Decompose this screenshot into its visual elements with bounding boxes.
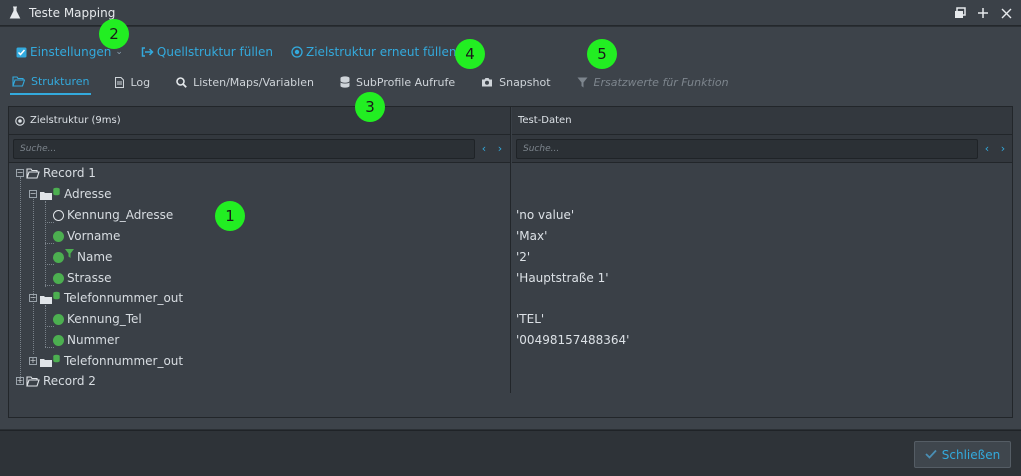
camera-icon xyxy=(481,77,493,87)
tab-snapshot[interactable]: Snapshot xyxy=(479,72,552,92)
green-dot-icon xyxy=(53,230,64,242)
settings-label: Einstellungen xyxy=(30,45,112,59)
collapse-icon[interactable]: − xyxy=(16,169,24,177)
tab-ersatzwerte[interactable]: Ersatzwerte für Funktion xyxy=(575,72,731,92)
green-dot-icon xyxy=(53,334,64,346)
green-dot-icon xyxy=(53,251,64,263)
tree-node-kennung-tel[interactable]: Kennung_Tel xyxy=(53,309,142,329)
green-dot-icon xyxy=(53,313,64,325)
folder-open-icon xyxy=(26,167,40,179)
test-data-search-input[interactable] xyxy=(516,138,978,159)
fill-source-button[interactable]: Quellstruktur füllen xyxy=(141,45,273,59)
target-icon xyxy=(291,46,303,58)
flask-icon xyxy=(8,6,22,20)
empty-circle-icon xyxy=(53,209,64,221)
value-strasse: 'Hauptstraße 1' xyxy=(516,271,609,285)
tree-node-record-2[interactable]: + Record 2 xyxy=(16,371,96,391)
window-title: Teste Mapping xyxy=(29,5,116,20)
collapse-icon[interactable]: − xyxy=(29,294,37,302)
value-vorname: 'Max' xyxy=(516,229,548,243)
database-icon xyxy=(340,76,350,88)
chevron-left-icon[interactable]: ‹ xyxy=(477,140,491,158)
toolbar: Einstellungen ⌄ Quellstruktur füllen Zie… xyxy=(16,43,474,61)
tree-node-strasse[interactable]: Strasse xyxy=(53,268,112,288)
title-bar: Teste Mapping xyxy=(0,0,1021,26)
green-dot-icon xyxy=(53,272,64,284)
structure-tree: − Record 1 − Adresse Kennung_Adresse Vor… xyxy=(9,163,511,393)
left-search-row: ‹ › xyxy=(9,135,511,163)
collapse-icon[interactable]: − xyxy=(29,190,37,198)
tree-node-vorname[interactable]: Vorname xyxy=(53,226,120,246)
value-kennung-adresse: 'no value' xyxy=(516,208,575,222)
restore-icon[interactable] xyxy=(953,6,967,20)
test-data-header: Test-Daten xyxy=(512,107,1012,135)
fill-source-label: Quellstruktur füllen xyxy=(156,45,273,59)
annotation-badge-4: 4 xyxy=(455,39,485,69)
structure-panel: Zielstruktur (9ms) Test-Daten ‹ › ‹ › xyxy=(8,106,1013,418)
annotation-badge-5: 5 xyxy=(587,39,617,69)
footer: Schließen xyxy=(0,430,1021,476)
tab-subprofile-aufrufe[interactable]: SubProfile Aufrufe xyxy=(338,72,457,92)
mapping-window: Einstellungen ⌄ Quellstruktur füllen Zie… xyxy=(0,27,1021,429)
search-icon xyxy=(176,76,187,88)
value-kennung-tel: 'TEL' xyxy=(516,312,545,326)
tree-node-telefonnummer-out-2[interactable]: + Telefonnummer_out xyxy=(29,351,183,371)
tree-node-name[interactable]: Name xyxy=(53,247,112,267)
value-nummer: '00498157488364' xyxy=(516,333,630,347)
tree-node-record-1[interactable]: − Record 1 xyxy=(16,163,96,183)
expand-icon[interactable]: + xyxy=(16,377,24,385)
refill-target-button[interactable]: Zielstruktur erneut füllen xyxy=(291,45,456,59)
close-button[interactable]: Schließen xyxy=(914,441,1011,468)
annotation-badge-3: 3 xyxy=(355,92,385,122)
chevron-right-icon[interactable]: › xyxy=(493,140,507,158)
document-icon xyxy=(115,76,125,88)
right-search-row: ‹ › xyxy=(512,135,1012,163)
target-structure-header: Zielstruktur (9ms) xyxy=(9,107,511,135)
expand-icon[interactable]: + xyxy=(29,357,37,365)
tab-strukturen[interactable]: Strukturen xyxy=(10,72,92,95)
tree-node-telefonnummer-out[interactable]: − Telefonnummer_out xyxy=(29,288,183,308)
checkbox-checked-icon xyxy=(16,47,27,58)
tab-log[interactable]: Log xyxy=(113,72,152,92)
database-folder-icon xyxy=(39,291,61,305)
database-folder-icon xyxy=(39,187,61,201)
database-folder-icon xyxy=(39,354,61,368)
test-data-column: 'no value' 'Max' '2' 'Hauptstraße 1' 'TE… xyxy=(512,163,1012,393)
target-radio-icon xyxy=(15,115,25,126)
tab-listen-maps-variablen[interactable]: Listen/Maps/Variablen xyxy=(174,72,316,92)
close-icon[interactable] xyxy=(999,6,1013,20)
chevron-left-icon[interactable]: ‹ xyxy=(980,140,994,158)
tree-node-kennung-adresse[interactable]: Kennung_Adresse xyxy=(53,205,173,225)
annotation-badge-2: 2 xyxy=(99,19,129,49)
folder-open-icon xyxy=(26,375,40,387)
folder-open-icon xyxy=(12,76,25,87)
chevron-right-icon[interactable]: › xyxy=(996,140,1010,158)
refill-target-label: Zielstruktur erneut füllen xyxy=(306,45,457,59)
sign-in-icon xyxy=(141,46,154,58)
filter-icon xyxy=(65,248,74,258)
maximize-icon[interactable] xyxy=(976,6,990,20)
structure-search-input[interactable] xyxy=(13,138,475,159)
tree-node-nummer[interactable]: Nummer xyxy=(53,330,119,350)
checkmark-icon xyxy=(925,448,937,462)
tab-bar: Strukturen Log Listen/Maps/Variablen Sub… xyxy=(10,72,753,95)
tree-node-adresse[interactable]: − Adresse xyxy=(29,184,112,204)
filter-icon xyxy=(577,77,588,88)
annotation-badge-1: 1 xyxy=(215,201,245,231)
value-name: '2' xyxy=(516,250,531,264)
